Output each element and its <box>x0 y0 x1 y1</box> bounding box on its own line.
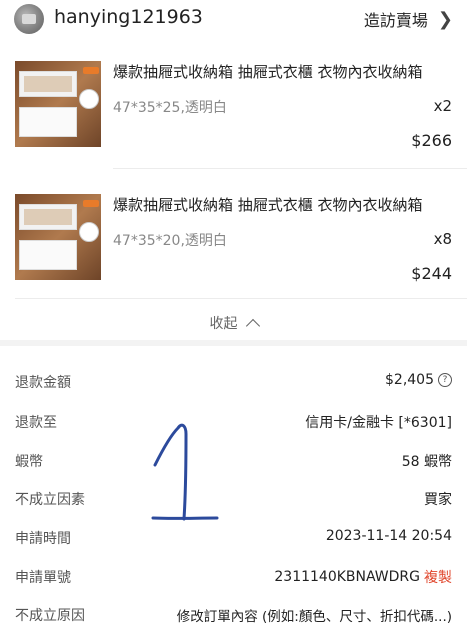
product-title: 爆款抽屜式收納箱 抽屜式衣櫃 衣物內衣收納箱 <box>113 63 423 81</box>
request-time-row: 申請時間 2023-11-14 20:54 <box>0 528 467 556</box>
refund-amount-value: $2,405 <box>385 372 434 388</box>
collapse-label: 收起 <box>209 316 238 332</box>
shop-header: hanying121963 造訪賣場 ❯ <box>0 0 467 44</box>
copy-button[interactable]: 複製 <box>424 567 452 587</box>
request-number-row: 申請單號 2311140KBNAWDRG 複製 <box>0 567 467 595</box>
product-title: 爆款抽屜式收納箱 抽屜式衣櫃 衣物內衣收納箱 <box>113 196 423 214</box>
product-variation: 47*35*25,透明白 <box>113 100 227 116</box>
product-price: $244 <box>411 264 452 283</box>
divider <box>113 168 467 169</box>
cancelled-by-row: 不成立因素 買家 <box>0 489 467 517</box>
cancel-reason-row: 不成立原因 修改訂單內容 (例如:顏色、尺寸、折扣代碼...) <box>0 605 467 633</box>
refund-to-row: 退款至 信用卡/金融卡 [*6301] <box>0 412 467 440</box>
help-circle-icon[interactable]: ? <box>438 373 452 387</box>
collapse-button[interactable]: 收起 <box>0 308 467 338</box>
request-time-value: 2023-11-14 20:54 <box>325 528 452 544</box>
shopee-coins-value: 58 蝦幣 <box>401 454 452 470</box>
product-variation: 47*35*20,透明白 <box>113 233 227 249</box>
refund-to-value: 信用卡/金融卡 [*6301] <box>305 415 452 431</box>
shopee-coins-label: 蝦幣 <box>15 454 43 470</box>
refund-to-label: 退款至 <box>15 415 57 431</box>
product-thumbnail[interactable] <box>15 194 101 280</box>
shopee-coins-row: 蝦幣 58 蝦幣 <box>0 451 467 479</box>
cancel-reason-value: 修改訂單內容 (例如:顏色、尺寸、折扣代碼...) <box>176 609 452 625</box>
cancelled-by-value: 買家 <box>424 492 452 508</box>
shop-name[interactable]: hanying121963 <box>54 6 203 28</box>
cancel-reason-label: 不成立原因 <box>15 608 85 624</box>
product-item[interactable]: 爆款抽屜式收納箱 抽屜式衣櫃 衣物內衣收納箱 47*35*25,透明白 x2 $… <box>0 61 467 181</box>
chevron-up-icon <box>245 318 260 334</box>
visit-shop-button[interactable]: 造訪賣場 ❯ <box>364 6 453 32</box>
request-time-label: 申請時間 <box>15 531 71 547</box>
request-number-value: 2311140KBNAWDRG <box>274 569 420 585</box>
visit-shop-label: 造訪賣場 <box>363 11 428 30</box>
product-quantity: x8 <box>433 230 452 248</box>
chevron-right-icon: ❯ <box>437 8 453 30</box>
product-item[interactable]: 爆款抽屜式收納箱 抽屜式衣櫃 衣物內衣收納箱 47*35*20,透明白 x8 $… <box>0 194 467 314</box>
cancelled-by-label: 不成立因素 <box>15 492 85 508</box>
section-separator <box>0 340 467 346</box>
product-price: $266 <box>411 131 452 150</box>
refund-amount-label: 退款金額 <box>15 375 71 391</box>
product-thumbnail[interactable] <box>15 61 101 147</box>
product-quantity: x2 <box>433 97 452 115</box>
refund-amount-row: 退款金額 $2,405 ? <box>0 372 467 400</box>
request-number-label: 申請單號 <box>15 570 71 586</box>
shop-avatar[interactable] <box>14 4 44 34</box>
divider <box>15 298 467 299</box>
